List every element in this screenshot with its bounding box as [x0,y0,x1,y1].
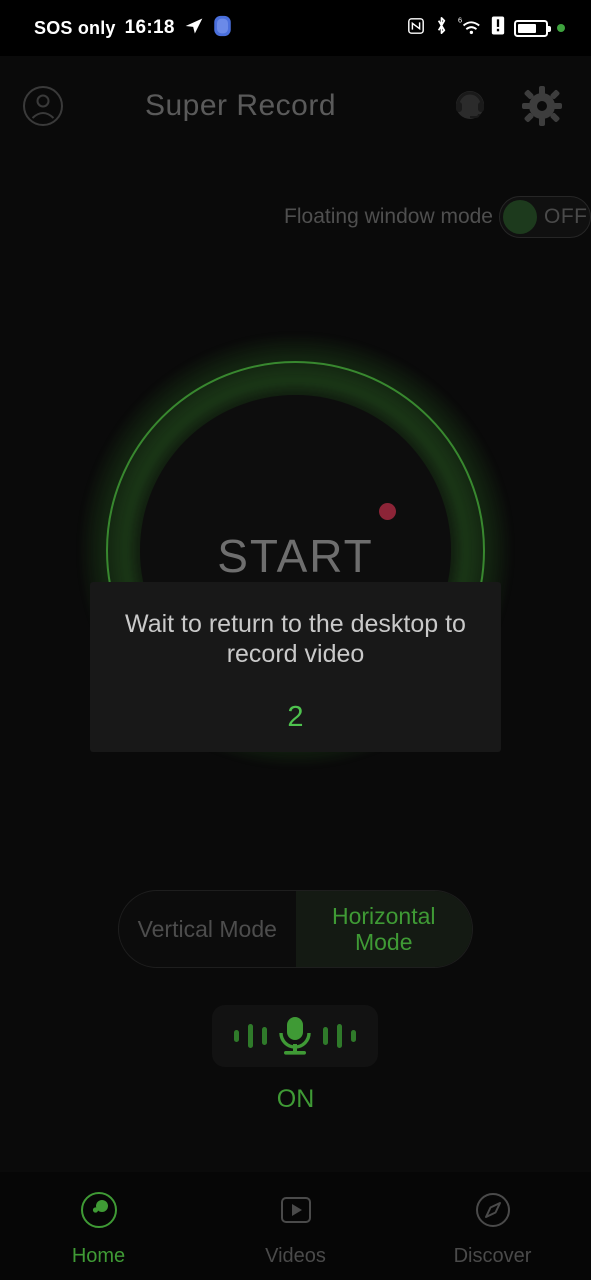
nav-item-home[interactable]: Home [0,1172,197,1280]
carrier-label: SOS only [34,17,116,38]
page-title: Super Record [144,89,337,122]
mode-option-vertical[interactable]: Vertical Mode [119,891,296,967]
dialog-message: Wait to return to the desktop to record … [125,610,466,668]
nav-label-videos: Videos [265,1245,326,1267]
microphone-state-label: ON [276,1085,315,1113]
app-header: Super Record [0,56,591,156]
app-screen: SOS only 16:18 6 Super Record Floating w… [0,0,591,1280]
recording-indicator-dot [379,503,396,520]
alert-icon [491,16,505,40]
start-label: START [217,530,374,582]
video-play-icon [276,1190,316,1235]
nav-item-discover[interactable]: Discover [394,1172,591,1280]
status-bar-right: 6 [407,15,565,41]
floating-window-mode-toggle[interactable]: OFF [499,196,591,238]
nav-label-home: Home [71,1245,126,1267]
wifi6-icon: 6 [458,15,482,41]
headset-support-icon[interactable] [447,83,493,129]
status-bar: SOS only 16:18 6 [0,0,591,56]
floating-window-mode-label: Floating window mode [284,205,493,228]
toggle-knob [503,200,537,234]
compass-icon [473,1190,513,1235]
nav-label-discover: Discover [453,1245,532,1267]
countdown-dialog: Wait to return to the desktop to record … [90,582,501,752]
nav-item-videos[interactable]: Videos [197,1172,394,1280]
microphone-toggle[interactable] [212,1005,378,1067]
shield-icon [213,15,232,42]
bluetooth-icon [434,15,449,41]
nfc-icon [407,17,425,40]
orientation-mode-switch[interactable]: Vertical Mode Horizontal Mode [118,890,473,968]
gear-icon[interactable] [519,83,565,129]
battery-fill [518,23,536,33]
green-dot-indicator [557,24,565,32]
mode-option-horizontal[interactable]: Horizontal Mode [295,891,472,967]
battery-icon [514,19,551,37]
clock-label: 16:18 [124,17,175,38]
svg-text:6: 6 [458,16,462,25]
microphone-icon [234,1017,356,1055]
telegram-icon [184,16,204,41]
floating-window-mode-row[interactable]: Floating window mode OFF [284,196,591,238]
home-record-icon [79,1190,119,1235]
toggle-state-label: OFF [544,205,588,228]
status-bar-left: SOS only 16:18 [34,15,232,42]
dialog-countdown: 2 [287,701,304,733]
bottom-navigation: Home Videos Discover [0,1172,591,1280]
